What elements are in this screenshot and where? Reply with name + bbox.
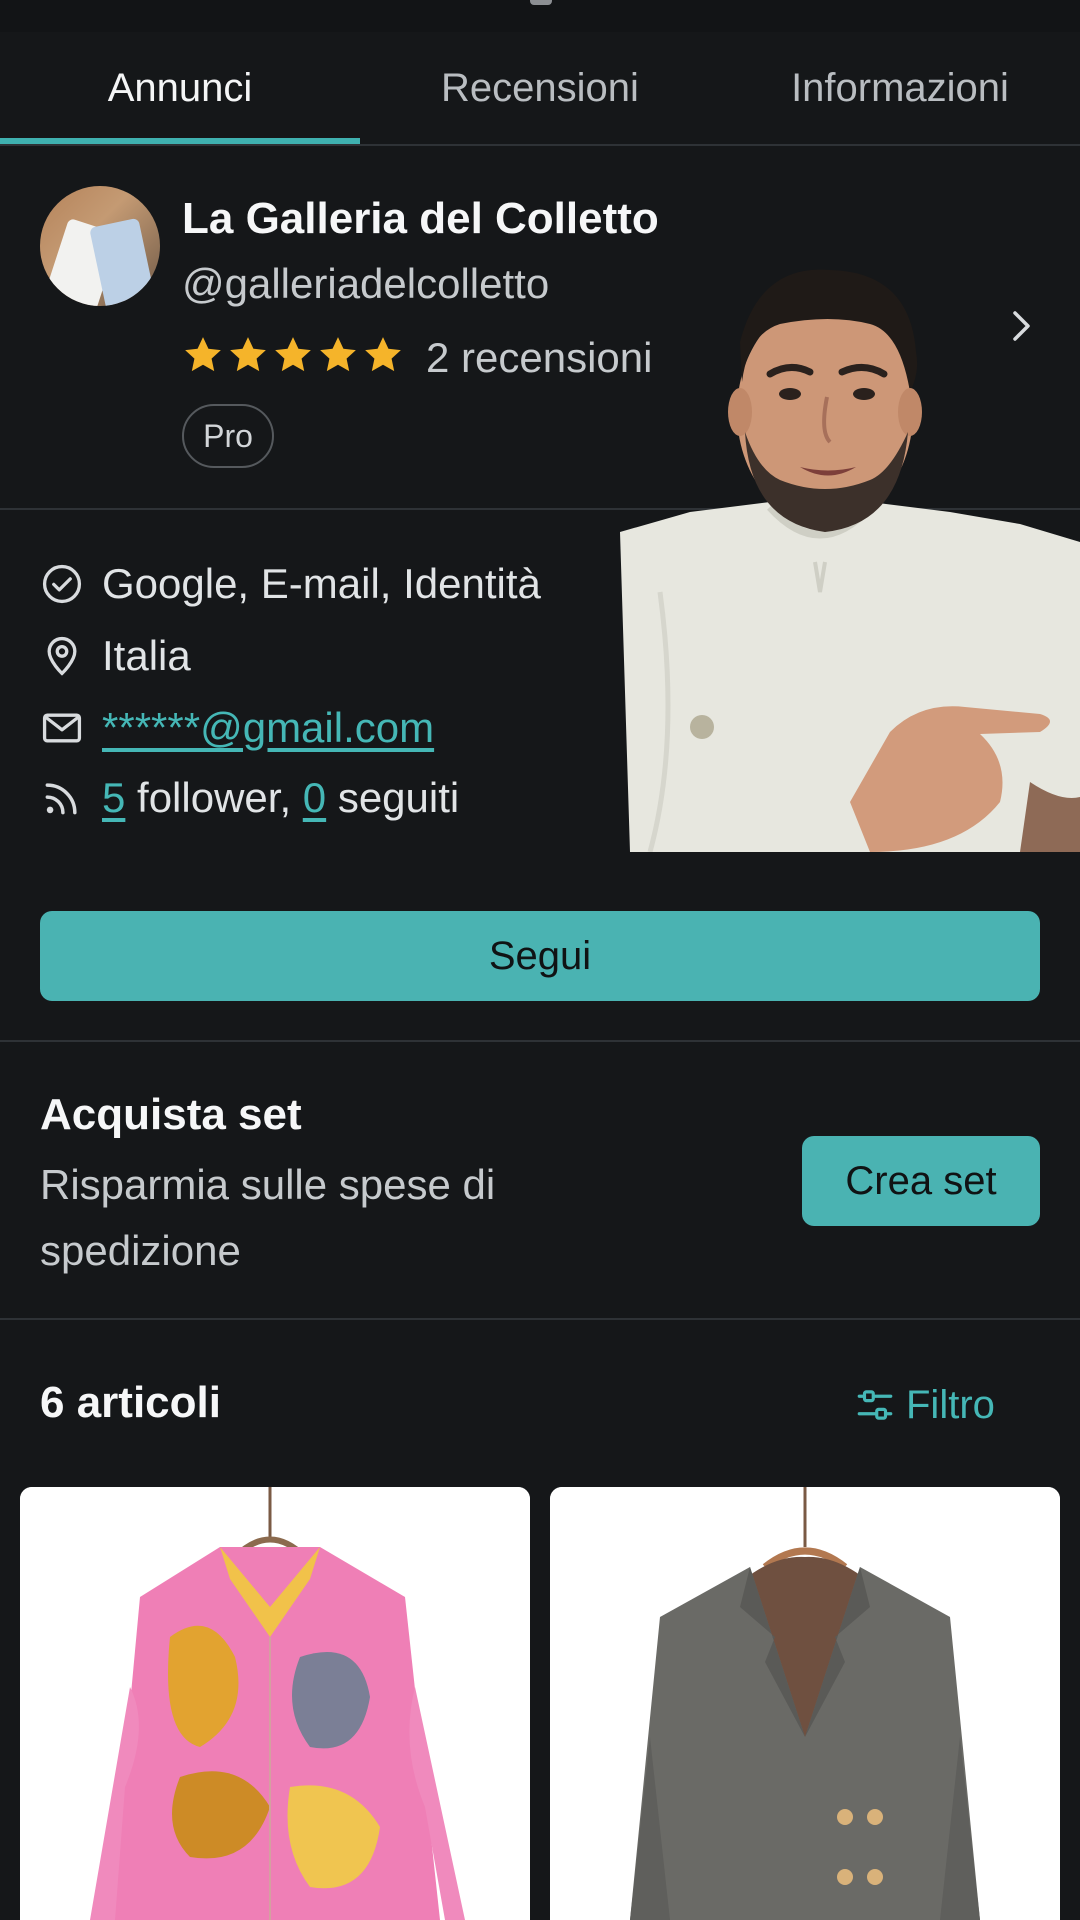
bundle-title: Acquista set xyxy=(40,1090,302,1139)
status-strip xyxy=(0,0,1080,32)
check-circle-icon xyxy=(42,564,82,604)
location-text: Italia xyxy=(102,632,191,679)
tab-recensioni[interactable]: Recensioni xyxy=(360,32,720,144)
followers-row: 5 follower, 0 seguiti xyxy=(40,770,459,826)
divider xyxy=(0,1318,1080,1320)
active-tab-indicator xyxy=(0,138,360,144)
profile-tabs: Annunci Recensioni Informazioni xyxy=(0,32,1080,146)
mail-icon xyxy=(42,713,82,743)
sliders-icon xyxy=(857,1390,893,1420)
rss-icon xyxy=(45,783,77,815)
follow-button[interactable]: Segui xyxy=(40,911,1040,1001)
reviews-count[interactable]: 2 recensioni xyxy=(426,334,652,382)
grey-blazer-image xyxy=(550,1487,1060,1920)
followers-label: follower, xyxy=(137,774,292,821)
email-row: ******@gmail.com xyxy=(40,700,434,756)
filter-button[interactable]: Filtro xyxy=(854,1378,995,1432)
rating-stars[interactable] xyxy=(182,334,404,378)
star-icon xyxy=(185,337,221,372)
bundle-subtitle: Risparmia sulle spese di spedizione xyxy=(40,1161,496,1274)
presenter-video-overlay xyxy=(620,269,1080,852)
following-label: seguiti xyxy=(337,774,460,821)
location-row: Italia xyxy=(40,628,191,684)
tab-informazioni[interactable]: Informazioni xyxy=(720,32,1080,144)
shop-handle: @galleriadelcolletto xyxy=(182,260,550,307)
location-pin-icon xyxy=(47,636,77,676)
item-card[interactable] xyxy=(550,1487,1060,1920)
tab-annunci[interactable]: Annunci xyxy=(0,32,360,144)
notch-indicator xyxy=(530,0,552,5)
star-icon xyxy=(230,337,266,372)
following-count-link[interactable]: 0 xyxy=(303,774,326,822)
item-card[interactable] xyxy=(20,1487,530,1920)
divider xyxy=(0,1040,1080,1042)
filter-label: Filtro xyxy=(906,1382,995,1427)
patterned-shirt-image xyxy=(20,1487,530,1920)
followers-count-link[interactable]: 5 xyxy=(102,774,125,822)
shop-name: La Galleria del Colletto xyxy=(182,194,659,243)
pro-badge: Pro xyxy=(182,404,274,468)
verified-text: Google, E-mail, Identità xyxy=(102,560,541,607)
verified-row: Google, E-mail, Identità xyxy=(40,556,541,612)
create-bundle-button[interactable]: Crea set xyxy=(802,1136,1040,1226)
star-icon xyxy=(275,337,311,372)
star-icon xyxy=(320,337,356,372)
avatar[interactable] xyxy=(40,186,160,306)
email-link[interactable]: ******@gmail.com xyxy=(102,704,434,752)
star-icon xyxy=(365,337,401,372)
items-count: 6 articoli xyxy=(40,1378,221,1427)
